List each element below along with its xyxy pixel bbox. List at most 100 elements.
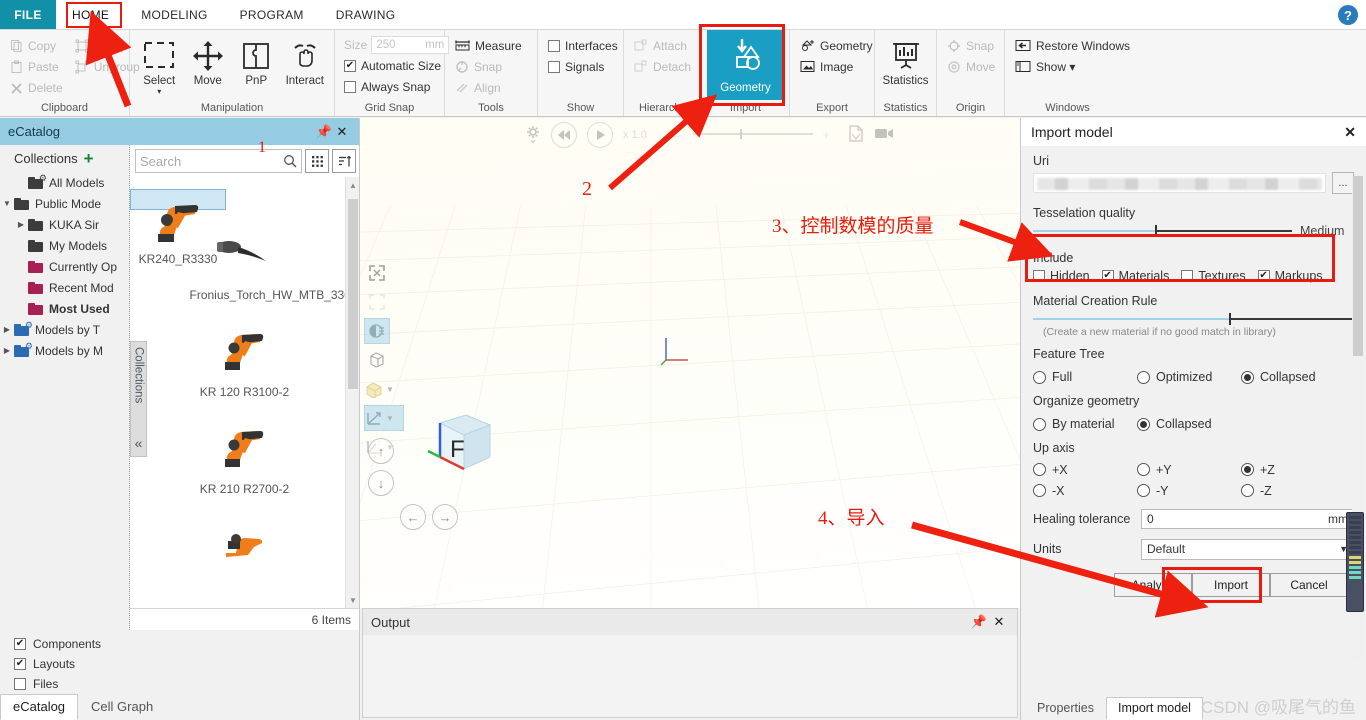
nav-down-arrow-icon[interactable]: ↓: [368, 470, 394, 496]
up-axis-plus-x-radio[interactable]: +X: [1033, 463, 1137, 477]
tree-item-models-by-manufacturer[interactable]: ▶ Models by M: [0, 340, 129, 361]
feature-tree-collapsed-radio[interactable]: Collapsed: [1241, 370, 1345, 384]
origin-snap-button[interactable]: Snap: [944, 35, 998, 56]
output-content[interactable]: [363, 635, 1017, 717]
fit-selection-icon[interactable]: [364, 289, 390, 315]
tree-item-currently-open[interactable]: Currently Op: [0, 256, 129, 277]
tree-expander[interactable]: ▶: [14, 220, 28, 229]
tree-item-all-models[interactable]: All Models: [0, 172, 129, 193]
up-axis-plus-z-radio[interactable]: +Z: [1241, 463, 1345, 477]
tab-drawing[interactable]: DRAWING: [320, 0, 412, 29]
close-icon[interactable]: ✕: [1344, 124, 1356, 141]
collections-collapse-tab[interactable]: Collections «: [130, 341, 147, 457]
signals-checkbox[interactable]: Signals: [545, 56, 621, 77]
import-panel-scrollbar[interactable]: [1352, 176, 1364, 660]
up-axis-minus-z-radio[interactable]: -Z: [1241, 484, 1345, 498]
up-axis-minus-y-radio[interactable]: -Y: [1137, 484, 1241, 498]
filter-components[interactable]: ✔ Components: [14, 634, 359, 654]
tab-modeling[interactable]: MODELING: [125, 0, 223, 29]
timeline-slider[interactable]: [692, 128, 813, 143]
tree-item-recent-models[interactable]: Recent Mod: [0, 277, 129, 298]
uri-input[interactable]: [1033, 173, 1326, 193]
close-icon[interactable]: ✕: [333, 124, 351, 140]
chevron-left-icon[interactable]: «: [135, 435, 143, 451]
copy-button[interactable]: Copy: [7, 35, 66, 56]
model-item-2[interactable]: KR 120 R3100-2: [130, 307, 359, 404]
up-axis-plus-y-radio[interactable]: +Y: [1137, 463, 1241, 477]
origin-move-button[interactable]: Move: [944, 56, 998, 77]
snap-mode-icon[interactable]: ▼: [364, 376, 404, 402]
tree-expander[interactable]: ▼: [0, 199, 14, 208]
export-geometry-button[interactable]: Geometry: [797, 35, 876, 56]
nav-right-arrow-icon[interactable]: →: [432, 504, 458, 530]
import-button[interactable]: Import: [1192, 573, 1270, 597]
automatic-size-checkbox[interactable]: ✔ Automatic Size: [344, 55, 444, 76]
detach-button[interactable]: Detach: [631, 56, 694, 77]
play-icon[interactable]: [587, 122, 613, 148]
minus-icon[interactable]: —: [671, 128, 683, 142]
tree-expander[interactable]: ▶: [0, 346, 14, 355]
tree-item-public-models[interactable]: ▼ Public Mode: [0, 193, 129, 214]
attach-button[interactable]: Attach: [631, 35, 694, 56]
gear-icon[interactable]: [525, 125, 541, 146]
export-image-button[interactable]: Image: [797, 56, 876, 77]
chevron-down-icon[interactable]: ▼: [386, 414, 394, 423]
filter-files[interactable]: Files: [14, 674, 359, 694]
pdf-export-icon[interactable]: [848, 125, 864, 145]
include-markups-checkbox[interactable]: ✔ Markups: [1257, 269, 1323, 283]
interfaces-checkbox[interactable]: Interfaces: [545, 35, 621, 56]
model-item-4[interactable]: [130, 501, 359, 583]
tab-properties[interactable]: Properties: [1025, 697, 1106, 720]
restore-windows-button[interactable]: Restore Windows: [1012, 35, 1133, 56]
pnp-tool-button[interactable]: PnP: [232, 35, 281, 87]
grid-view-icon[interactable]: [305, 149, 329, 173]
coordinate-move-icon[interactable]: ▼: [364, 405, 404, 431]
statistics-button[interactable]: Statistics: [880, 35, 931, 87]
delete-button[interactable]: Delete: [7, 77, 66, 98]
paste-button[interactable]: Paste: [7, 56, 66, 77]
material-creation-rule-slider[interactable]: [1033, 312, 1354, 326]
units-select[interactable]: Default ▼: [1141, 538, 1354, 560]
include-hidden-checkbox[interactable]: Hidden: [1033, 269, 1090, 283]
catalog-scrollbar[interactable]: ▲ ▼: [345, 177, 359, 608]
tab-cell-graph[interactable]: Cell Graph: [78, 694, 166, 720]
video-record-icon[interactable]: [874, 127, 894, 143]
show-windows-button[interactable]: Show ▾: [1012, 56, 1133, 77]
organize-collapsed-radio[interactable]: Collapsed: [1137, 417, 1241, 431]
plus-icon[interactable]: +: [823, 128, 830, 142]
align-button[interactable]: Align: [452, 77, 525, 98]
tab-file[interactable]: FILE: [0, 0, 56, 29]
analyze-button[interactable]: Analyze: [1114, 573, 1192, 597]
tab-program[interactable]: PROGRAM: [224, 0, 320, 29]
cancel-button[interactable]: Cancel: [1270, 573, 1348, 597]
tab-home[interactable]: HOME: [56, 0, 125, 29]
browse-button[interactable]: ...: [1332, 172, 1354, 194]
wireframe-icon[interactable]: [364, 347, 390, 373]
scroll-up-icon[interactable]: ▲: [346, 177, 359, 193]
tree-item-kuka-sim[interactable]: ▶ KUKA Sir: [0, 214, 129, 235]
feature-tree-optimized-radio[interactable]: Optimized: [1137, 370, 1241, 384]
select-dropdown-caret[interactable]: ▾: [157, 87, 161, 96]
chevron-down-icon[interactable]: ▼: [386, 385, 394, 394]
tree-item-most-used[interactable]: Most Used: [0, 298, 129, 319]
up-axis-minus-x-radio[interactable]: -X: [1033, 484, 1137, 498]
nav-up-arrow-icon[interactable]: ↑: [368, 438, 394, 464]
search-input[interactable]: Search: [135, 149, 302, 173]
tab-import-model[interactable]: Import model: [1105, 697, 1203, 720]
model-card-selected[interactable]: KR240_R3330: [130, 189, 226, 266]
feature-tree-full-radio[interactable]: Full: [1033, 370, 1137, 384]
snap-button[interactable]: Snap: [452, 56, 525, 77]
always-snap-checkbox[interactable]: Always Snap: [344, 76, 433, 97]
navigation-cube[interactable]: F: [420, 411, 498, 490]
interact-tool-button[interactable]: Interact: [281, 35, 330, 87]
select-tool-button[interactable]: Select ▾: [135, 35, 184, 96]
model-item-0[interactable]: KR240_R3330: [130, 177, 359, 266]
move-tool-button[interactable]: Move: [184, 35, 233, 87]
close-icon[interactable]: ✕: [989, 614, 1009, 630]
sort-icon[interactable]: [332, 149, 356, 173]
model-item-3[interactable]: KR 210 R2700-2: [130, 404, 359, 501]
filter-layouts[interactable]: ✔ Layouts: [14, 654, 359, 674]
add-collection-button[interactable]: +: [84, 150, 94, 167]
tesselation-quality-slider[interactable]: [1033, 224, 1292, 238]
scroll-down-icon[interactable]: ▼: [346, 592, 359, 608]
